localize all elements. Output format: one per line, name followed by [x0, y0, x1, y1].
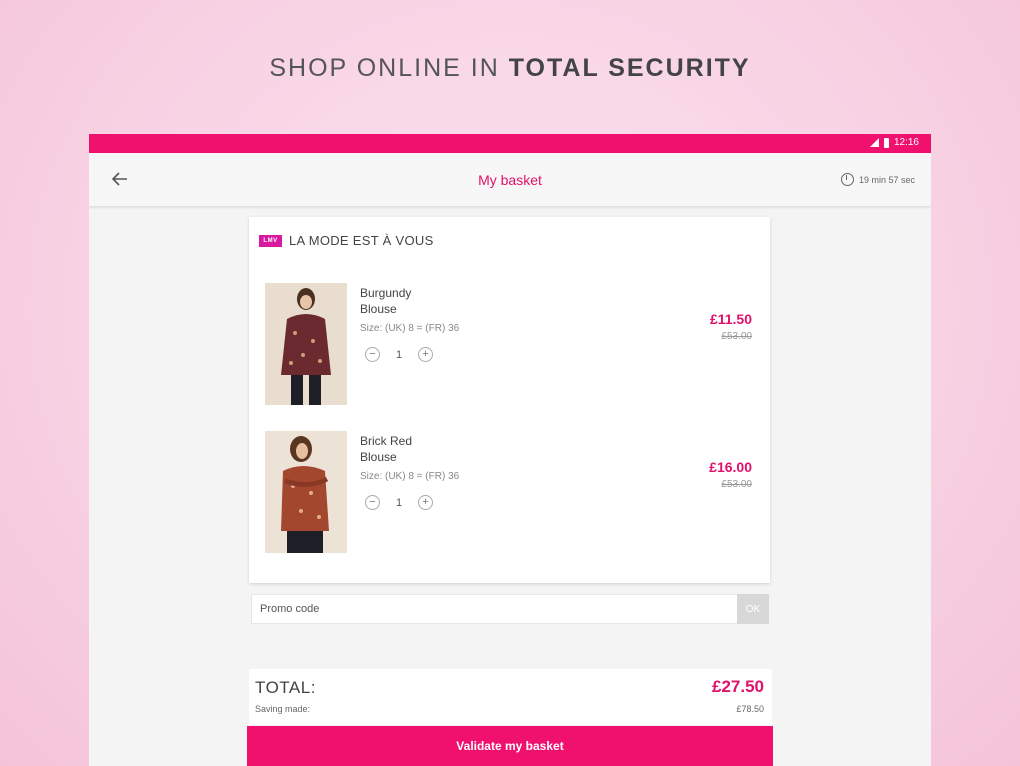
- promo-ok-button[interactable]: OK: [737, 594, 769, 624]
- battery-icon: [883, 137, 889, 148]
- product-name[interactable]: Brick Red Blouse: [360, 433, 450, 465]
- decrease-qty-button[interactable]: −: [365, 347, 380, 362]
- headline-light: SHOP ONLINE IN: [269, 54, 509, 82]
- quantity-value: 1: [396, 496, 403, 509]
- quantity-value: 1: [396, 348, 403, 361]
- totals-panel: TOTAL: £27.50 Saving made: £78.50: [249, 669, 772, 725]
- basket-item: Brick Red Blouse Size: (UK) 8 = (FR) 36 …: [265, 431, 760, 555]
- app-bar: My basket 19 min 57 sec: [89, 153, 931, 207]
- product-old-price: £53.00: [721, 479, 752, 490]
- product-old-price: £53.00: [721, 331, 752, 342]
- product-name[interactable]: Burgundy Blouse: [360, 285, 450, 317]
- total-value: £27.50: [712, 677, 764, 696]
- promo-code-row: OK: [251, 594, 769, 624]
- product-price: £16.00: [709, 459, 752, 475]
- saving-label: Saving made:: [255, 704, 311, 714]
- increase-qty-button[interactable]: +: [418, 347, 434, 362]
- brand-name: LA MODE EST À VOUS: [289, 233, 434, 248]
- product-image[interactable]: [265, 283, 347, 405]
- quantity-stepper: − 1 +: [365, 495, 434, 510]
- basket-item: Burgundy Blouse Size: (UK) 8 = (FR) 36 −…: [265, 283, 760, 407]
- timer-text: 19 min 57 sec: [858, 174, 915, 185]
- headline-bold: TOTAL SECURITY: [508, 54, 751, 82]
- promo-headline: SHOP ONLINE IN TOTAL SECURITY: [0, 54, 1020, 83]
- product-size: Size: (UK) 8 = (FR) 36: [360, 323, 460, 334]
- validate-basket-button[interactable]: Validate my basket: [247, 726, 773, 766]
- increase-qty-button[interactable]: +: [418, 495, 434, 510]
- device-screen: 12:16 My basket 19 min 57 sec LMV LA MOD…: [89, 134, 931, 766]
- quantity-stepper: − 1 +: [365, 347, 434, 362]
- promo-code-input[interactable]: [252, 595, 737, 623]
- saving-value: £78.50: [736, 704, 764, 714]
- total-label: TOTAL:: [255, 678, 316, 697]
- product-size: Size: (UK) 8 = (FR) 36: [360, 471, 460, 482]
- product-price: £11.50: [709, 311, 752, 327]
- product-image[interactable]: [265, 431, 347, 553]
- basket-timer: 19 min 57 sec: [840, 173, 915, 186]
- page-title: My basket: [478, 172, 542, 188]
- basket-content: LMV LA MODE EST À VOUS Burgundy Blouse S…: [89, 207, 931, 766]
- status-bar: 12:16: [89, 134, 931, 153]
- brand-logo: LMV: [259, 234, 282, 247]
- status-time: 12:16: [893, 137, 919, 148]
- basket-card: LMV LA MODE EST À VOUS Burgundy Blouse S…: [249, 217, 770, 583]
- timer-icon: [840, 173, 854, 186]
- signal-icon: [869, 138, 879, 147]
- decrease-qty-button[interactable]: −: [365, 495, 380, 510]
- brand-header: LMV LA MODE EST À VOUS: [259, 233, 434, 248]
